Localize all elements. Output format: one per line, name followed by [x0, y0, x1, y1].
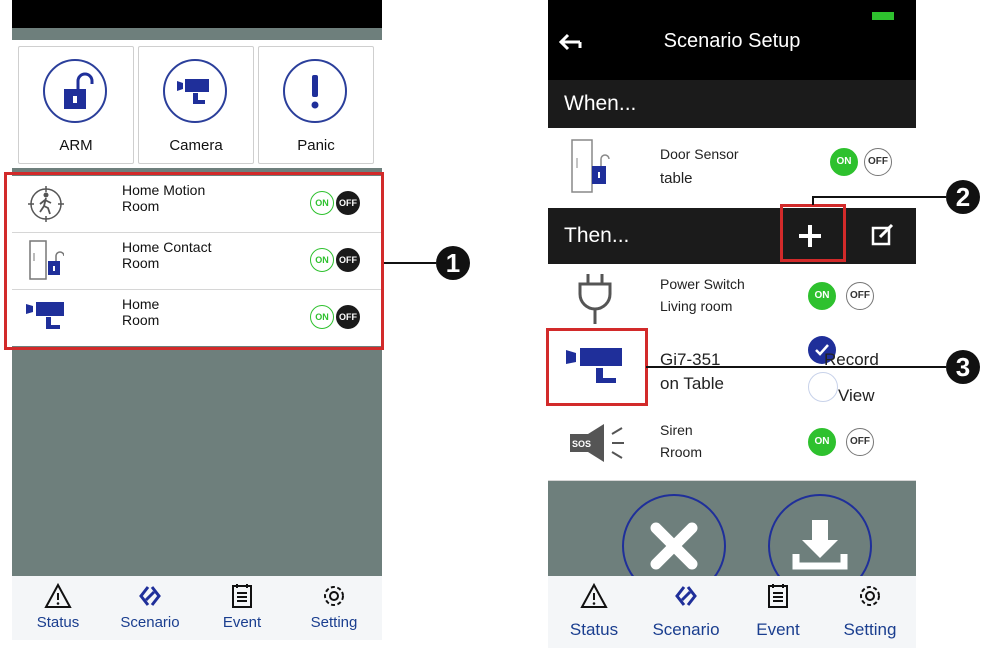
camera-label: Camera: [169, 137, 223, 154]
camera-icon: [163, 59, 227, 123]
tab-bar: Status Scenario Event Setting: [548, 576, 916, 648]
add-button-highlight: [780, 204, 846, 262]
on-off-toggle[interactable]: ON OFF: [808, 282, 874, 310]
edit-icon[interactable]: [870, 222, 896, 248]
camera-button[interactable]: Camera: [138, 46, 254, 164]
when-label: When...: [564, 92, 637, 115]
callout-1: 1: [436, 246, 470, 280]
battery-icon: [872, 12, 894, 20]
tab-event[interactable]: Event: [196, 576, 288, 640]
device-room: Rroom: [660, 444, 703, 460]
gear-icon: [324, 586, 344, 606]
tab-label: Setting: [843, 620, 897, 639]
right-phone-screen: Scenario Setup When... Door Sensor table…: [548, 0, 916, 648]
device-room: Living room: [660, 298, 733, 314]
arm-label: ARM: [59, 137, 93, 154]
tab-label: Scenario: [120, 614, 180, 631]
device-name: Power Switch: [660, 276, 745, 292]
device-room: table: [660, 170, 693, 187]
panic-button[interactable]: Panic: [258, 46, 374, 164]
panic-label: Panic: [297, 137, 335, 154]
status-bar: [12, 0, 382, 28]
off-button[interactable]: OFF: [864, 148, 892, 176]
door-sensor-icon: [571, 139, 610, 193]
lock-icon: [43, 59, 107, 123]
callout-line: [646, 366, 946, 368]
arm-button[interactable]: ARM: [18, 46, 134, 164]
header-bar: Scenario Setup: [548, 0, 916, 80]
then-label: Then...: [564, 224, 630, 247]
panic-icon: [283, 59, 347, 123]
then-item[interactable]: Power Switch Living room ON OFF: [548, 264, 916, 333]
device-name: Siren: [660, 422, 693, 438]
tab-event[interactable]: Event: [732, 576, 824, 640]
calendar-icon: [232, 584, 252, 608]
on-button[interactable]: ON: [808, 282, 836, 310]
on-off-toggle[interactable]: ON OFF: [830, 148, 896, 176]
camera-icon-highlight: [546, 328, 648, 406]
tab-setting[interactable]: Setting: [824, 576, 916, 640]
on-button[interactable]: ON: [830, 148, 858, 176]
warning-icon: [580, 582, 608, 608]
tab-status[interactable]: Status: [548, 576, 640, 640]
on-off-toggle[interactable]: ON OFF: [808, 428, 874, 456]
tab-scenario[interactable]: Scenario: [640, 576, 732, 640]
scenario-icon: [139, 586, 161, 606]
tab-bar: Status Scenario Event Setting: [12, 576, 382, 640]
gear-icon: [860, 586, 880, 606]
view-checkbox[interactable]: [808, 372, 838, 402]
siren-icon: SOS: [570, 424, 624, 462]
scenario-icon: [675, 586, 697, 606]
view-label: View: [838, 386, 875, 405]
sos-text: SOS: [572, 439, 591, 449]
tab-label: Setting: [310, 614, 358, 631]
off-button[interactable]: OFF: [846, 428, 874, 456]
callout-line: [384, 262, 436, 264]
off-button[interactable]: OFF: [846, 282, 874, 310]
quick-action-panel: ARM Camera Panic: [12, 40, 382, 168]
tab-label: Scenario: [652, 620, 720, 639]
on-button[interactable]: ON: [808, 428, 836, 456]
tab-label: Status: [569, 620, 619, 639]
device-name: Door Sensor: [660, 146, 739, 162]
tab-setting[interactable]: Setting: [288, 576, 380, 640]
warning-icon: [44, 582, 72, 608]
tab-scenario[interactable]: Scenario: [104, 576, 196, 640]
page-title: Scenario Setup: [663, 30, 801, 52]
tab-label: Event: [756, 620, 800, 639]
device-list-highlight: [4, 172, 384, 350]
tab-status[interactable]: Status: [12, 576, 104, 640]
callout-line: [812, 196, 946, 198]
then-section-header: Then...: [548, 208, 916, 264]
device-room: on Table: [660, 374, 724, 393]
tab-label: Event: [222, 614, 262, 631]
plug-icon: [578, 274, 612, 324]
tab-label: Status: [36, 614, 80, 631]
calendar-icon: [768, 584, 788, 608]
callout-2: 2: [946, 180, 980, 214]
when-section-header: When...: [548, 80, 916, 128]
then-item[interactable]: SOS Siren Rroom ON OFF: [548, 410, 916, 481]
callout-3: 3: [946, 350, 980, 384]
